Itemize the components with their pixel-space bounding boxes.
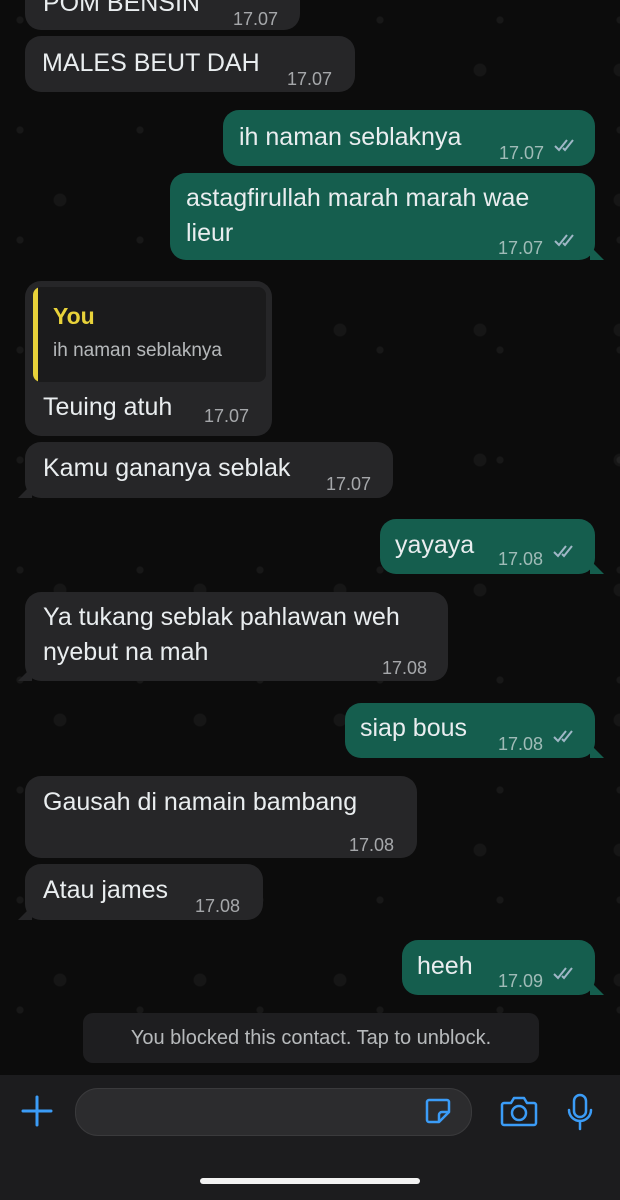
message-outgoing[interactable]: ih naman seblaknya 17.07 <box>223 110 595 166</box>
double-check-icon <box>553 545 573 558</box>
message-text: Teuing atuh <box>43 393 173 421</box>
double-check-icon <box>554 139 574 152</box>
message-time: 17.07 <box>499 143 545 163</box>
message-outgoing[interactable]: heeh 17.09 <box>402 940 595 995</box>
message-incoming[interactable]: Atau james 17.08 <box>25 864 263 920</box>
message-time: 17.08 <box>195 896 241 916</box>
message-text: siap bous <box>360 714 468 742</box>
microphone-icon[interactable] <box>566 1093 594 1131</box>
message-incoming[interactable]: Kamu gananya seblak 17.07 <box>25 442 393 498</box>
message-text-line2: lieur <box>186 219 234 247</box>
home-indicator[interactable] <box>200 1178 420 1184</box>
blocked-contact-notice[interactable]: You blocked this contact. Tap to unblock… <box>83 1013 539 1063</box>
message-time: 17.07 <box>204 406 250 426</box>
message-outgoing[interactable]: yayaya 17.08 <box>380 519 595 574</box>
message-outgoing[interactable]: siap bous 17.08 <box>345 703 595 758</box>
double-check-icon <box>554 234 574 247</box>
message-outgoing[interactable]: astagfirullah marah marah wae lieur 17.0… <box>170 173 595 260</box>
quote-author: You <box>53 303 95 329</box>
message-time: 17.07 <box>233 9 279 29</box>
camera-icon[interactable] <box>500 1095 538 1127</box>
message-time: 17.08 <box>349 835 395 855</box>
sticker-icon[interactable] <box>424 1097 452 1125</box>
message-time: 17.07 <box>498 238 544 258</box>
message-incoming[interactable]: POM BENSIN 17.07 <box>25 0 300 30</box>
message-input[interactable] <box>75 1088 472 1136</box>
message-text: yayaya <box>395 531 475 559</box>
message-time: 17.08 <box>382 658 428 678</box>
message-text: MALES BEUT DAH <box>42 49 260 77</box>
message-incoming[interactable]: MALES BEUT DAH 17.07 <box>25 36 355 92</box>
message-time: 17.09 <box>498 971 544 991</box>
message-time: 17.08 <box>498 734 544 754</box>
message-text: heeh <box>417 952 473 980</box>
quoted-message[interactable]: You ih naman seblaknya <box>33 287 266 382</box>
message-text: POM BENSIN <box>43 0 200 17</box>
plus-icon[interactable] <box>20 1094 54 1128</box>
message-text-line1: astagfirullah marah marah wae <box>186 184 530 212</box>
message-text: Gausah di namain bambang <box>43 788 358 816</box>
double-check-icon <box>553 967 573 980</box>
message-time: 17.07 <box>326 474 372 494</box>
message-time: 17.07 <box>287 69 333 89</box>
message-incoming[interactable]: Gausah di namain bambang 17.08 <box>25 776 417 858</box>
quote-accent-bar <box>33 287 38 382</box>
double-check-icon <box>553 730 573 743</box>
message-text: Kamu gananya seblak <box>43 454 291 482</box>
message-text-line2: nyebut na mah <box>43 638 209 666</box>
quote-text: ih naman seblaknya <box>53 340 222 361</box>
message-text-line1: Ya tukang seblak pahlawan weh <box>43 603 400 631</box>
message-incoming[interactable]: Ya tukang seblak pahlawan weh nyebut na … <box>25 592 448 681</box>
message-time: 17.08 <box>498 549 544 569</box>
blocked-contact-notice-text: You blocked this contact. Tap to unblock… <box>130 1026 492 1049</box>
message-text: ih naman seblaknya <box>239 123 462 151</box>
message-text: Atau james <box>43 876 169 904</box>
